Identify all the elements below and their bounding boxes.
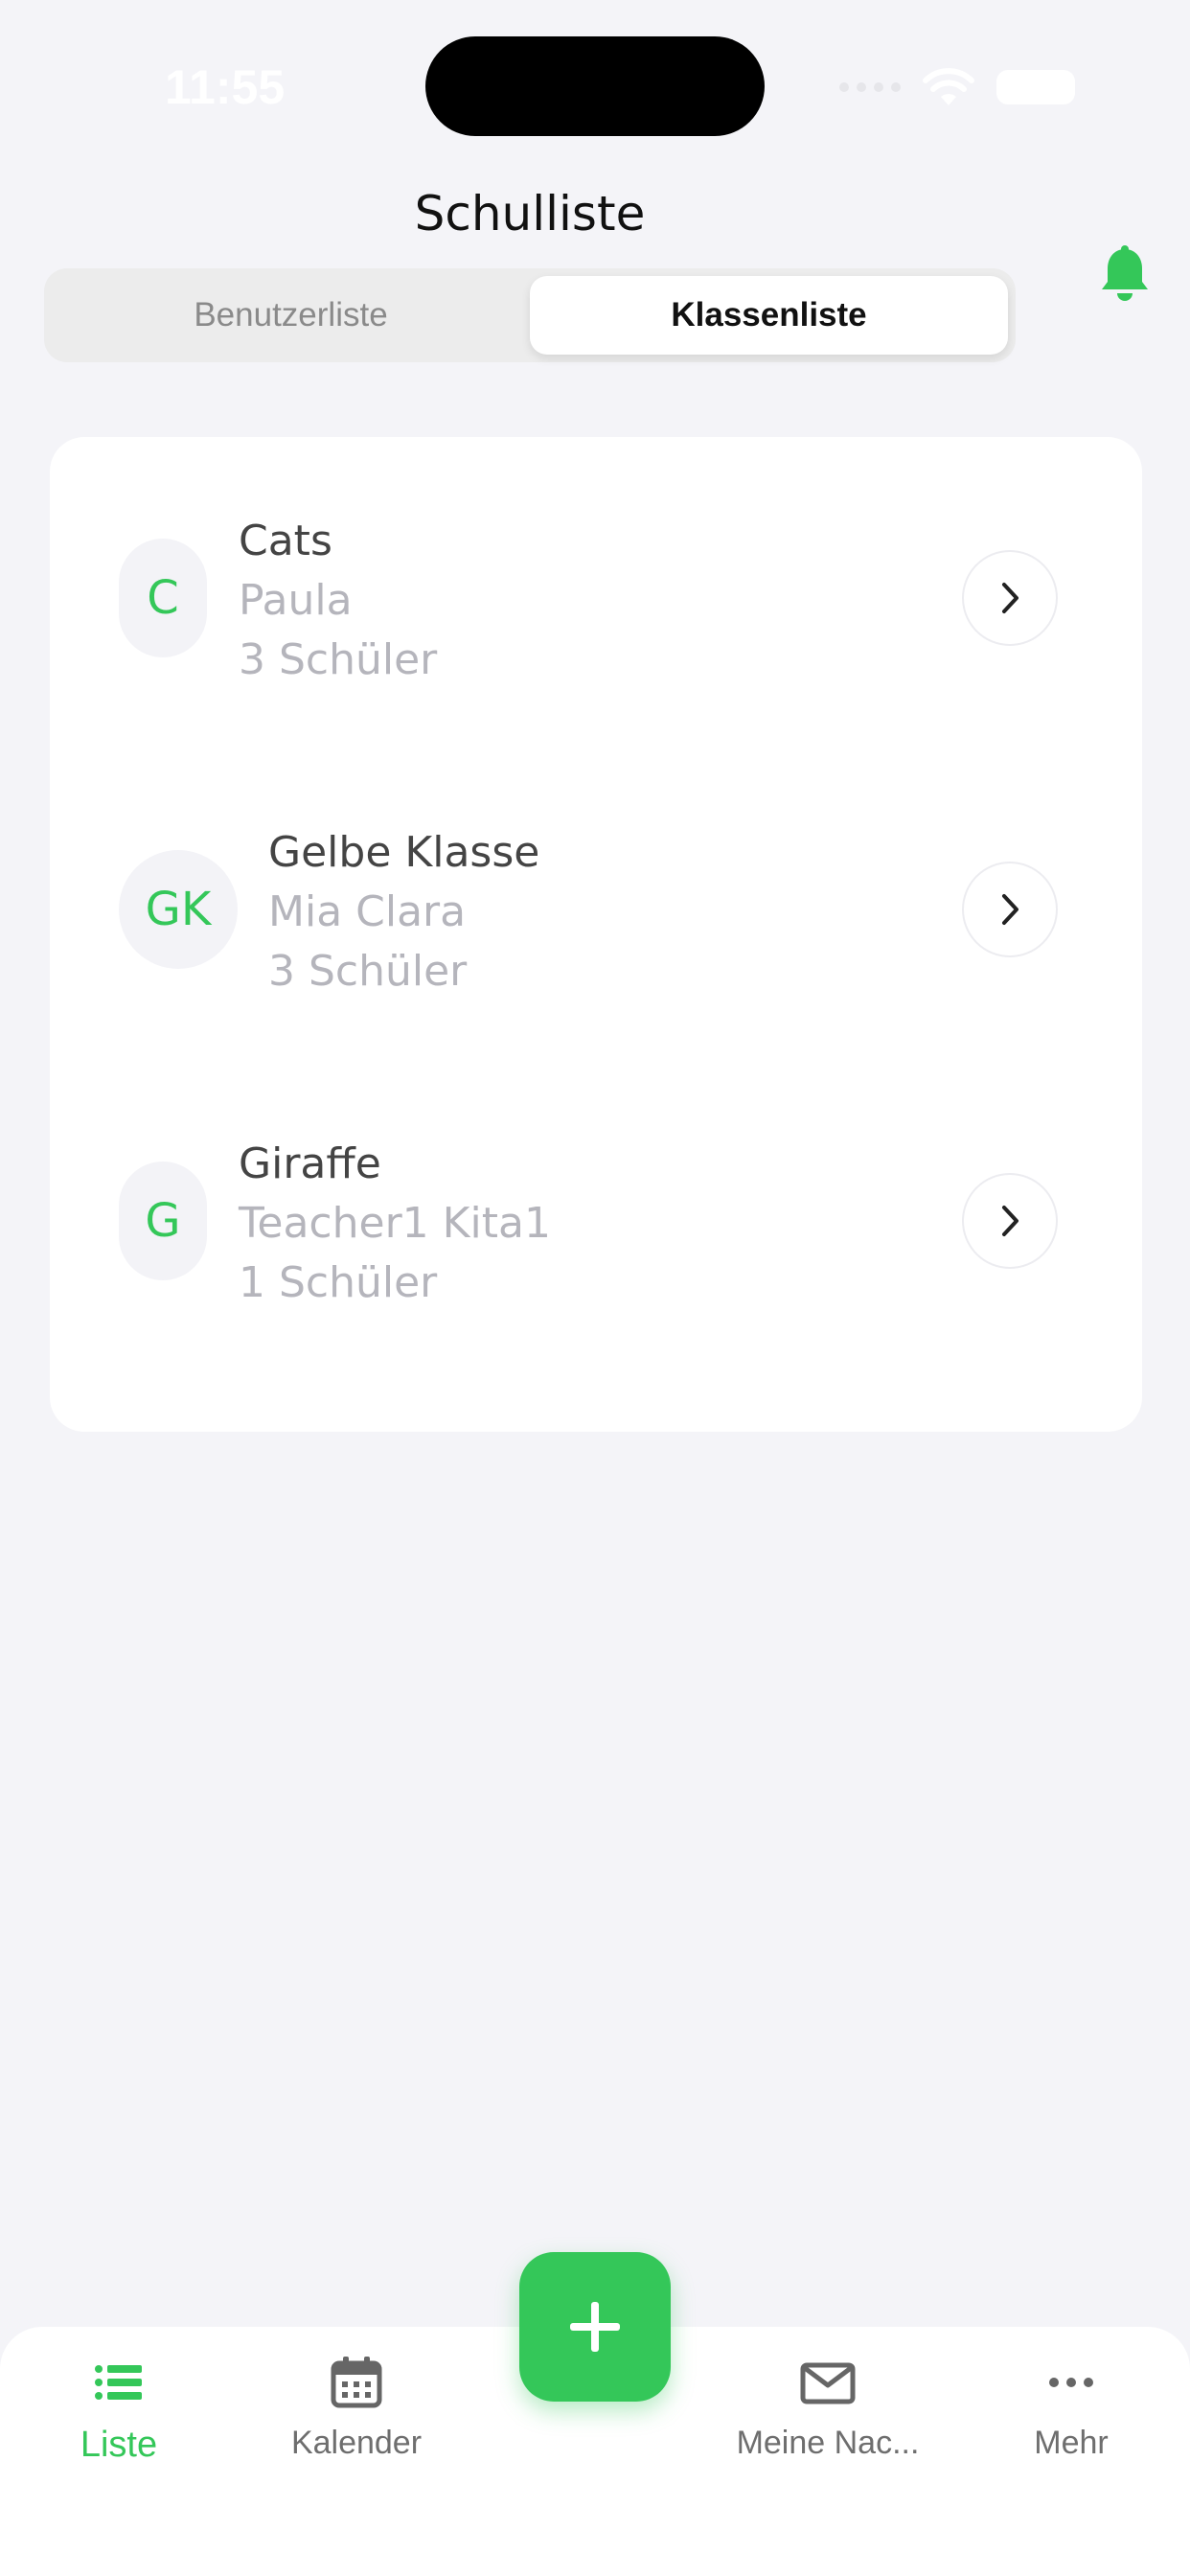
class-avatar: GK [119,850,238,969]
tab-benutzerliste[interactable]: Benutzerliste [52,276,530,355]
chevron-right-icon [1002,894,1018,925]
class-detail-button[interactable] [962,550,1058,646]
class-teacher: Paula [239,576,353,625]
class-name: Gelbe Klasse [268,828,540,877]
class-detail-button[interactable] [962,862,1058,957]
class-row[interactable]: G Giraffe Teacher1 Kita1 1 Schüler [50,1135,1142,1307]
more-icon [1049,2378,1093,2387]
class-name: Giraffe [239,1139,381,1188]
calendar-icon [331,2357,382,2408]
list-segmented-control: Benutzerliste Klassenliste [44,268,1016,362]
nav-label: Liste [80,2425,158,2465]
nav-item-mehr[interactable]: Mehr [966,2354,1177,2462]
notification-bell-icon[interactable] [1100,245,1150,303]
class-name: Cats [239,517,332,565]
class-student-count: 3 Schüler [239,635,438,684]
dynamic-island [425,36,765,136]
class-student-count: 3 Schüler [268,947,468,996]
plus-icon [570,2302,620,2352]
tab-klassenliste[interactable]: Klassenliste [530,276,1008,355]
nav-label: Meine Nac... [736,2425,920,2461]
battery-icon [996,70,1075,104]
class-list-card: C Cats Paula 3 Schüler GK Gelbe Klasse M… [50,437,1142,1432]
chevron-right-icon [1002,583,1018,613]
nav-item-kalender[interactable]: Kalender [251,2354,462,2462]
class-avatar: C [119,539,207,657]
class-row[interactable]: GK Gelbe Klasse Mia Clara 3 Schüler [50,823,1142,996]
wifi-icon [923,68,974,105]
mail-icon [800,2362,856,2404]
class-detail-button[interactable] [962,1173,1058,1269]
class-row[interactable]: C Cats Paula 3 Schüler [50,512,1142,684]
nav-item-liste[interactable]: Liste [13,2354,224,2466]
nav-item-meine-nachrichten[interactable]: Meine Nac... [722,2354,933,2462]
class-student-count: 1 Schüler [239,1258,438,1307]
signal-icon [839,82,901,92]
status-icons [839,67,1075,107]
nav-label: Mehr [1034,2425,1109,2461]
list-icon [95,2365,142,2400]
status-time: 11:55 [165,60,286,114]
class-teacher: Teacher1 Kita1 [239,1199,551,1248]
add-button[interactable] [519,2252,671,2402]
nav-label: Kalender [290,2425,423,2461]
chevron-right-icon [1002,1206,1018,1236]
page-title: Schulliste [414,186,646,242]
class-avatar: G [119,1162,207,1280]
class-teacher: Mia Clara [268,887,467,936]
